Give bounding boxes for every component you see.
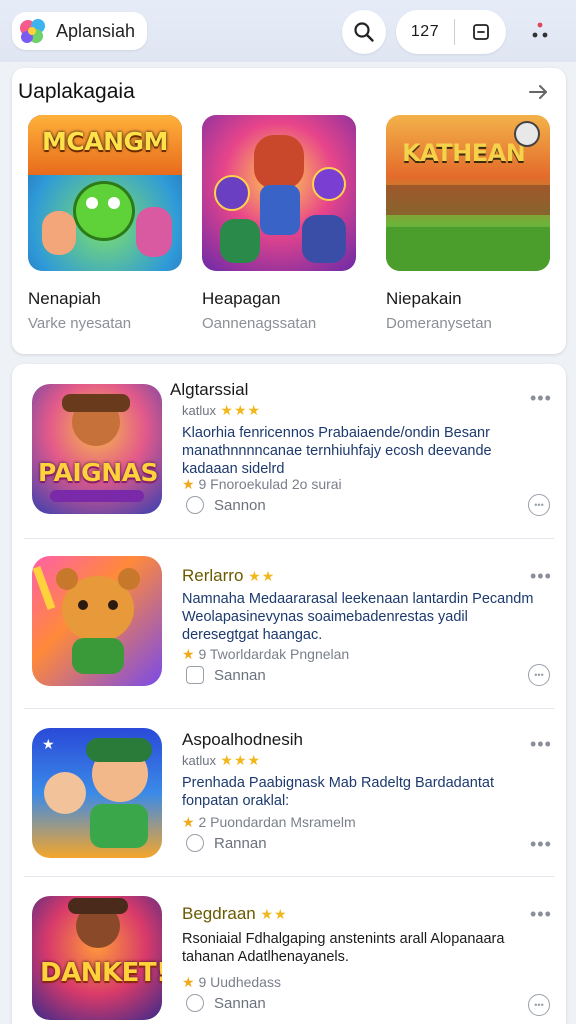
featured-see-all-button[interactable]	[526, 80, 550, 104]
list-item-description: Prenhada Paabignask Mab Radeltg Bardadan…	[182, 775, 494, 809]
featured-item-subtitle: Varke nyesatan	[28, 315, 132, 332]
list-item-info: ★ 2 Puondardan Msramelm	[182, 814, 356, 830]
featured-art-title: MCANGM	[42, 127, 168, 156]
star-icon: ★	[182, 646, 195, 662]
list-item-title[interactable]: Aspoalhodnesih	[182, 730, 303, 750]
list-item-description: Rsoniaial Fdhalgaping anstenints arall A…	[182, 931, 505, 965]
more-options-button[interactable]	[524, 16, 556, 48]
list-item-info: ★ 9 Tworldardak Pngnelan	[182, 646, 350, 662]
chat-icon[interactable]: •••	[528, 994, 550, 1016]
counter-value: 127	[410, 23, 440, 40]
list-item-description: Namnaha Medaararasal leekenaan lantardin…	[182, 591, 534, 643]
divider	[24, 538, 554, 539]
star-icon: ★	[182, 974, 195, 990]
list-item-title[interactable]: Algtarssial	[170, 380, 248, 400]
star-icon: ★	[182, 476, 195, 492]
checkbox-icon	[186, 666, 204, 684]
divider	[24, 708, 554, 709]
divider	[24, 876, 554, 877]
featured-item[interactable]: MCANGM Nenapiah Varke nyesatan	[28, 115, 184, 332]
list-item-thumbnail[interactable]: DANKET!	[32, 896, 162, 1020]
list-item-action[interactable]: Sannan	[186, 666, 266, 684]
list-item-more-button[interactable]: •••	[530, 834, 552, 855]
featured-thumbnail[interactable]: KATHEAN	[386, 115, 550, 271]
search-icon	[354, 22, 374, 42]
list-item-rating: katlux ★★★	[182, 402, 261, 420]
chat-icon[interactable]: •••	[528, 664, 550, 686]
list-art-title: DANKET!	[40, 958, 162, 988]
list-item-more-button[interactable]: •••	[530, 904, 552, 925]
star-icon: ★	[42, 736, 55, 752]
list-art-title: PAIGNAS	[38, 458, 158, 487]
radio-icon	[186, 496, 204, 514]
list-item-meta: katlux	[182, 753, 216, 768]
list-item-title[interactable]: Rerlarro ★★	[182, 566, 275, 586]
inbox-icon	[472, 24, 489, 40]
app-logo-icon	[18, 16, 48, 46]
star-rating-icon: ★★★	[220, 402, 262, 418]
radio-icon	[186, 834, 204, 852]
top-app-bar: Aplansiah 127	[0, 0, 576, 62]
list-item-action[interactable]: Sannan	[186, 994, 266, 1012]
star-rating-icon: ★★	[248, 568, 276, 584]
app-name: Aplansiah	[56, 20, 136, 41]
featured-item[interactable]: Heapagan Oannenagssatan	[202, 115, 358, 332]
chat-icon[interactable]: •••	[528, 494, 550, 516]
list-item-more-button[interactable]: •••	[530, 566, 552, 587]
featured-item-title: Niepakain	[386, 289, 462, 308]
list-item-action[interactable]: Rannan	[186, 834, 267, 852]
radio-icon	[186, 994, 204, 1012]
featured-item-subtitle: Oannenagssatan	[202, 315, 317, 332]
list-item-description: Klaorhia fenricennos Prabaiaende/ondin B…	[182, 425, 492, 477]
list-item-thumbnail[interactable]: ★	[32, 728, 162, 858]
search-button[interactable]	[342, 10, 386, 54]
featured-item-subtitle: Domeranysetan	[386, 315, 492, 332]
list-item-more-button[interactable]: •••	[530, 734, 552, 755]
featured-item-title: Nenapiah	[28, 289, 101, 308]
arrow-right-icon	[529, 85, 547, 99]
dots-icon	[532, 22, 548, 38]
list-item-info: ★ 9 Fnoroekulad 2o surai	[182, 476, 342, 492]
counter-pill[interactable]: 127	[396, 10, 506, 54]
list-item-thumbnail[interactable]	[32, 556, 162, 686]
featured-item-title: Heapagan	[202, 289, 281, 308]
list-item-rating: katlux ★★★	[182, 752, 261, 770]
featured-title: Uaplakagaia	[18, 80, 135, 103]
star-rating-icon: ★★★	[220, 752, 262, 768]
featured-thumbnail[interactable]: MCANGM	[28, 115, 182, 271]
list-item-title[interactable]: Begdraan ★★	[182, 904, 288, 924]
list-item-meta: katlux	[182, 403, 216, 418]
inbox-button[interactable]	[455, 23, 506, 41]
list-item-more-button[interactable]: •••	[530, 388, 552, 409]
app-switcher-chip[interactable]: Aplansiah	[12, 12, 148, 50]
featured-item[interactable]: KATHEAN Niepakain Domeranysetan	[386, 115, 550, 332]
star-icon: ★	[182, 814, 195, 830]
star-rating-icon: ★★	[260, 906, 288, 922]
featured-art-title: KATHEAN	[402, 139, 526, 167]
list-item-action[interactable]: Sannon	[186, 496, 266, 514]
list-item-thumbnail[interactable]: PAIGNAS	[32, 384, 162, 514]
list-item-info: ★ 9 Uudhedass	[182, 974, 281, 990]
featured-thumbnail[interactable]	[202, 115, 356, 271]
